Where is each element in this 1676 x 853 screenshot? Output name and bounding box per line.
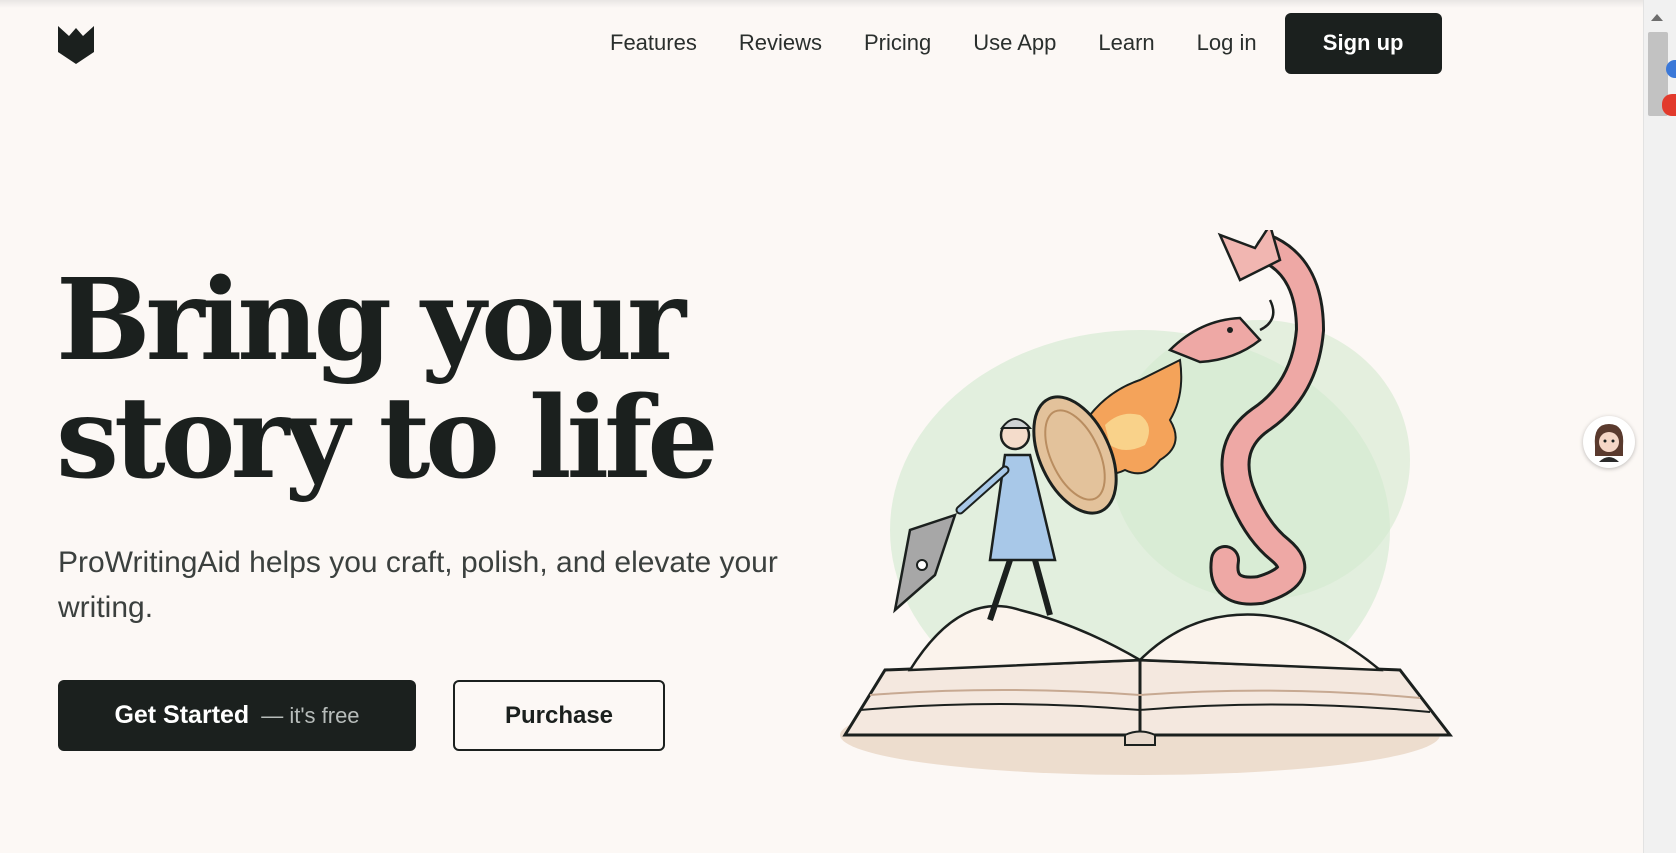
top-shadow [0, 0, 1643, 8]
nav-pricing-link[interactable]: Pricing [864, 30, 931, 56]
vertical-scrollbar[interactable] [1643, 0, 1676, 853]
hero-headline-line1: Bring your [56, 255, 686, 386]
get-started-label: Get Started [114, 701, 250, 729]
page: Features Reviews Pricing Use App Learn L… [0, 0, 1676, 853]
main-nav: Features Reviews Pricing Use App Learn L… [610, 12, 1442, 74]
signup-button[interactable]: Sign up [1284, 12, 1442, 74]
prowritingaid-logo-icon[interactable] [56, 24, 96, 64]
get-started-suffix: — it's free [261, 702, 360, 728]
nav-use-app-link[interactable]: Use App [973, 30, 1056, 56]
login-link[interactable]: Log in [1197, 30, 1257, 56]
purchase-button[interactable]: Purchase [453, 680, 665, 751]
hero-headline: Bring your story to life [56, 262, 816, 498]
hero-subhead: ProWritingAid helps you craft, polish, a… [58, 546, 778, 624]
nav-reviews-link[interactable]: Reviews [739, 30, 822, 56]
nav-features-link[interactable]: Features [610, 30, 697, 56]
hero-headline-line2: story to life [56, 373, 719, 504]
knight-dragon-book-illustration [840, 230, 1454, 775]
avatar-face-icon [1584, 417, 1634, 467]
scroll-up-arrow-icon[interactable] [1651, 14, 1663, 21]
nav-learn-link[interactable]: Learn [1098, 30, 1154, 56]
get-started-button[interactable]: Get Started — it's free [58, 680, 416, 751]
support-assistant-avatar-icon[interactable] [1583, 416, 1635, 468]
edge-notification-badge-icon [1662, 94, 1676, 116]
